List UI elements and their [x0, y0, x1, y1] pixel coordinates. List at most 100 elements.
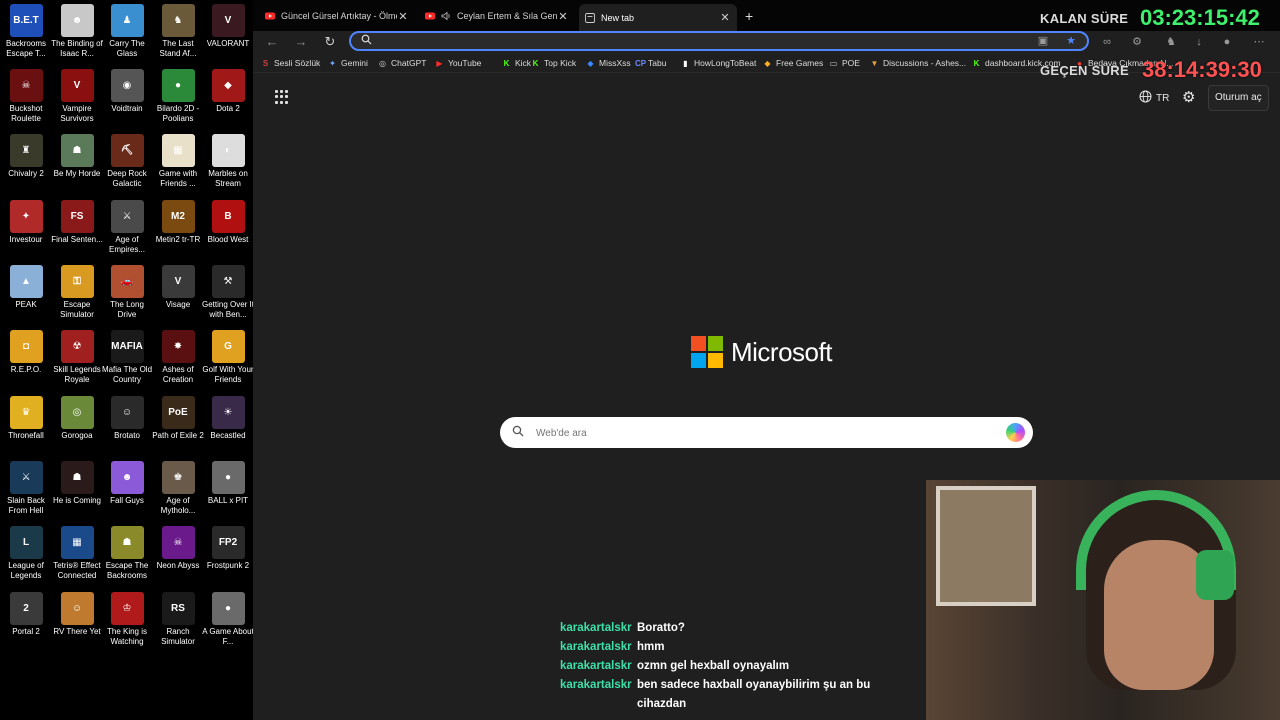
- desktop-icon[interactable]: G Golf With Your Friends: [202, 330, 254, 394]
- desktop-icon[interactable]: PoE Path of Exile 2: [152, 396, 204, 460]
- back-icon[interactable]: ←: [263, 33, 281, 51]
- bookmark-item[interactable]: K Kick: [502, 57, 531, 69]
- desktop-icon[interactable]: ♞ The Last Stand Af...: [152, 4, 204, 68]
- desktop-icon[interactable]: ☀ Becastled: [202, 396, 254, 460]
- desktop-icon[interactable]: ☗ He is Coming: [51, 461, 103, 525]
- desktop-icon[interactable]: ☠ Neon Abyss: [152, 526, 204, 590]
- extensions-icon[interactable]: ⚙: [1129, 34, 1145, 50]
- profile-avatar-icon[interactable]: ●: [1219, 34, 1235, 50]
- downloads-icon[interactable]: ↓: [1191, 34, 1207, 50]
- desktop-icon[interactable]: ▦ Tetris® Effect Connected: [51, 526, 103, 590]
- tab-ceylan-ertem[interactable]: Ceylan Ertem & Sıla Gençoğlu ✕: [419, 4, 575, 28]
- remaining-value: 03:23:15:42: [1140, 5, 1260, 30]
- app-icon: 2: [9, 592, 43, 625]
- bookmark-item[interactable]: ◎ ChatGPT: [378, 57, 426, 69]
- desktop-icon[interactable]: ⚔ Slain Back From Hell: [0, 461, 52, 525]
- desktop-icon[interactable]: ♚ Age of Mytholo...: [152, 461, 204, 525]
- new-tab-button[interactable]: +: [739, 4, 759, 28]
- chat-text: Boratto?: [637, 622, 685, 634]
- desktop-icon[interactable]: M2 Metin2 tr-TR: [152, 200, 204, 264]
- desktop-icon[interactable]: ◐ Marbles on Stream: [202, 134, 254, 198]
- tab-guncel-gursel[interactable]: Güncel Gürsel Artıktay - Ölmezdir ✕: [259, 4, 415, 28]
- webcam-feed: [926, 480, 1280, 720]
- screen: B.E.T Backrooms Escape T... ☻ The Binding o…: [0, 0, 1280, 720]
- desktop-icon[interactable]: 2 Portal 2: [0, 592, 52, 656]
- language-selector[interactable]: TR: [1139, 90, 1169, 106]
- desktop-icon[interactable]: ◆ Dota 2: [202, 69, 254, 133]
- bookmark-item[interactable]: ▭ POE: [829, 57, 860, 69]
- app-icon: B: [211, 200, 245, 233]
- close-tab-icon[interactable]: ✕: [397, 10, 409, 23]
- desktop-icon[interactable]: FS Final Senten...: [51, 200, 103, 264]
- desktop-icon[interactable]: ♟ Carry The Glass: [101, 4, 153, 68]
- desktop-icon[interactable]: ▲ PEAK: [0, 265, 52, 329]
- desktop-icon[interactable]: ☺ Brotato: [101, 396, 153, 460]
- desktop-icon[interactable]: B Blood West: [202, 200, 254, 264]
- desktop-icon-label: Escape The Backrooms: [105, 561, 149, 580]
- extension-icon[interactable]: ♞: [1163, 34, 1179, 50]
- desktop-icon[interactable]: FP2 Frostpunk 2: [202, 526, 254, 590]
- desktop-icon[interactable]: V Vampire Survivors: [51, 69, 103, 133]
- desktop-icon[interactable]: 🚗 The Long Drive: [101, 265, 153, 329]
- desktop-icon[interactable]: ☻ The Binding of Isaac R...: [51, 4, 103, 68]
- close-tab-icon[interactable]: ✕: [557, 10, 569, 23]
- desktop-icon[interactable]: ☺ RV There Yet: [51, 592, 103, 656]
- settings-gear-icon[interactable]: ⚙: [1182, 88, 1195, 106]
- desktop-icon[interactable]: ♜ Chivalry 2: [0, 134, 52, 198]
- desktop-icon[interactable]: ▦ Game with Friends ...: [152, 134, 204, 198]
- desktop-icon[interactable]: MAFIA Mafia The Old Country: [101, 330, 153, 394]
- desktop-icon[interactable]: B.E.T Backrooms Escape T...: [0, 4, 52, 68]
- desktop-icon[interactable]: RS Ranch Simulator: [152, 592, 204, 656]
- desktop-icon[interactable]: ☗ Escape The Backrooms: [101, 526, 153, 590]
- desktop-icon-label: A Game About F...: [202, 627, 254, 646]
- more-options-icon[interactable]: ⋯: [1251, 34, 1267, 50]
- bookmark-item[interactable]: ◆ MissXss: [586, 57, 630, 69]
- web-search-box[interactable]: [500, 417, 1033, 448]
- refresh-icon[interactable]: ↻: [321, 33, 339, 51]
- desktop-icon[interactable]: L League of Legends: [0, 526, 52, 590]
- bookmark-favicon-icon: ◆: [587, 58, 594, 68]
- forward-icon[interactable]: →: [292, 33, 310, 51]
- address-bar[interactable]: ▣ ★: [349, 31, 1089, 51]
- bookmark-item[interactable]: ◆ Free Games: [763, 57, 823, 69]
- desktop-icon[interactable]: ◎ Gorogoa: [51, 396, 103, 460]
- desktop-icon[interactable]: ⚒ Getting Over It with Ben...: [202, 265, 254, 329]
- desktop-icon[interactable]: ● A Game About F...: [202, 592, 254, 656]
- desktop-icon[interactable]: ☢ Skill Legends Royale: [51, 330, 103, 394]
- web-search-input[interactable]: [536, 425, 976, 441]
- desktop-icon[interactable]: ☠ Buckshot Roulette: [0, 69, 52, 133]
- close-tab-icon[interactable]: ✕: [719, 11, 731, 24]
- address-input[interactable]: [381, 34, 1021, 48]
- bookmark-item[interactable]: CP Tabu: [635, 57, 666, 69]
- desktop-icon[interactable]: ♔ The King is Watching: [101, 592, 153, 656]
- desktop-icon[interactable]: ⚿ Escape Simulator: [51, 265, 103, 329]
- app-launcher-icon[interactable]: [275, 90, 289, 104]
- desktop-icon[interactable]: ✸ Ashes of Creation: [152, 330, 204, 394]
- desktop-icon[interactable]: ● BALL x PIT: [202, 461, 254, 525]
- desktop-icon[interactable]: ☗ Be My Horde: [51, 134, 103, 198]
- speaker-icon[interactable]: [441, 11, 451, 21]
- favorite-star-icon[interactable]: ★: [1063, 33, 1079, 49]
- desktop-icon[interactable]: ⚔ Age of Empires...: [101, 200, 153, 264]
- desktop-icon[interactable]: ● Bilardo 2D - Poolians: [152, 69, 204, 133]
- desktop-icon[interactable]: V VALORANT: [202, 4, 254, 68]
- bookmark-item[interactable]: ▮ HowLongToBeat: [681, 57, 756, 69]
- desktop-icon[interactable]: ⛏ Deep Rock Galactic: [101, 134, 153, 198]
- desktop-icon[interactable]: V Visage: [152, 265, 204, 329]
- desktop-icon[interactable]: ◘ R.E.P.O.: [0, 330, 52, 394]
- tab-new-tab[interactable]: New tab ✕: [579, 4, 737, 31]
- extension-glasses-icon[interactable]: ∞: [1099, 34, 1115, 50]
- desktop-icon[interactable]: ☻ Fall Guys: [101, 461, 153, 525]
- bookmark-item[interactable]: K Top Kick: [531, 57, 577, 69]
- copilot-icon[interactable]: [1006, 423, 1025, 442]
- bookmark-item[interactable]: S Sesli Sözlük: [261, 57, 320, 69]
- bookmark-item[interactable]: ▼ Discussions - Ashes...: [870, 57, 967, 69]
- desktop-icon[interactable]: ♛ Thronefall: [0, 396, 52, 460]
- bookmark-item[interactable]: ✦ Gemini: [328, 57, 368, 69]
- app-icon: MAFIA: [110, 330, 144, 363]
- desktop-icon[interactable]: ✦ Investour: [0, 200, 52, 264]
- screen-share-icon[interactable]: ▣: [1035, 33, 1051, 49]
- sign-in-button[interactable]: Oturum aç: [1208, 85, 1269, 111]
- bookmark-item[interactable]: ▶ YouTube: [435, 57, 481, 69]
- desktop-icon[interactable]: ◉ Voidtrain: [101, 69, 153, 133]
